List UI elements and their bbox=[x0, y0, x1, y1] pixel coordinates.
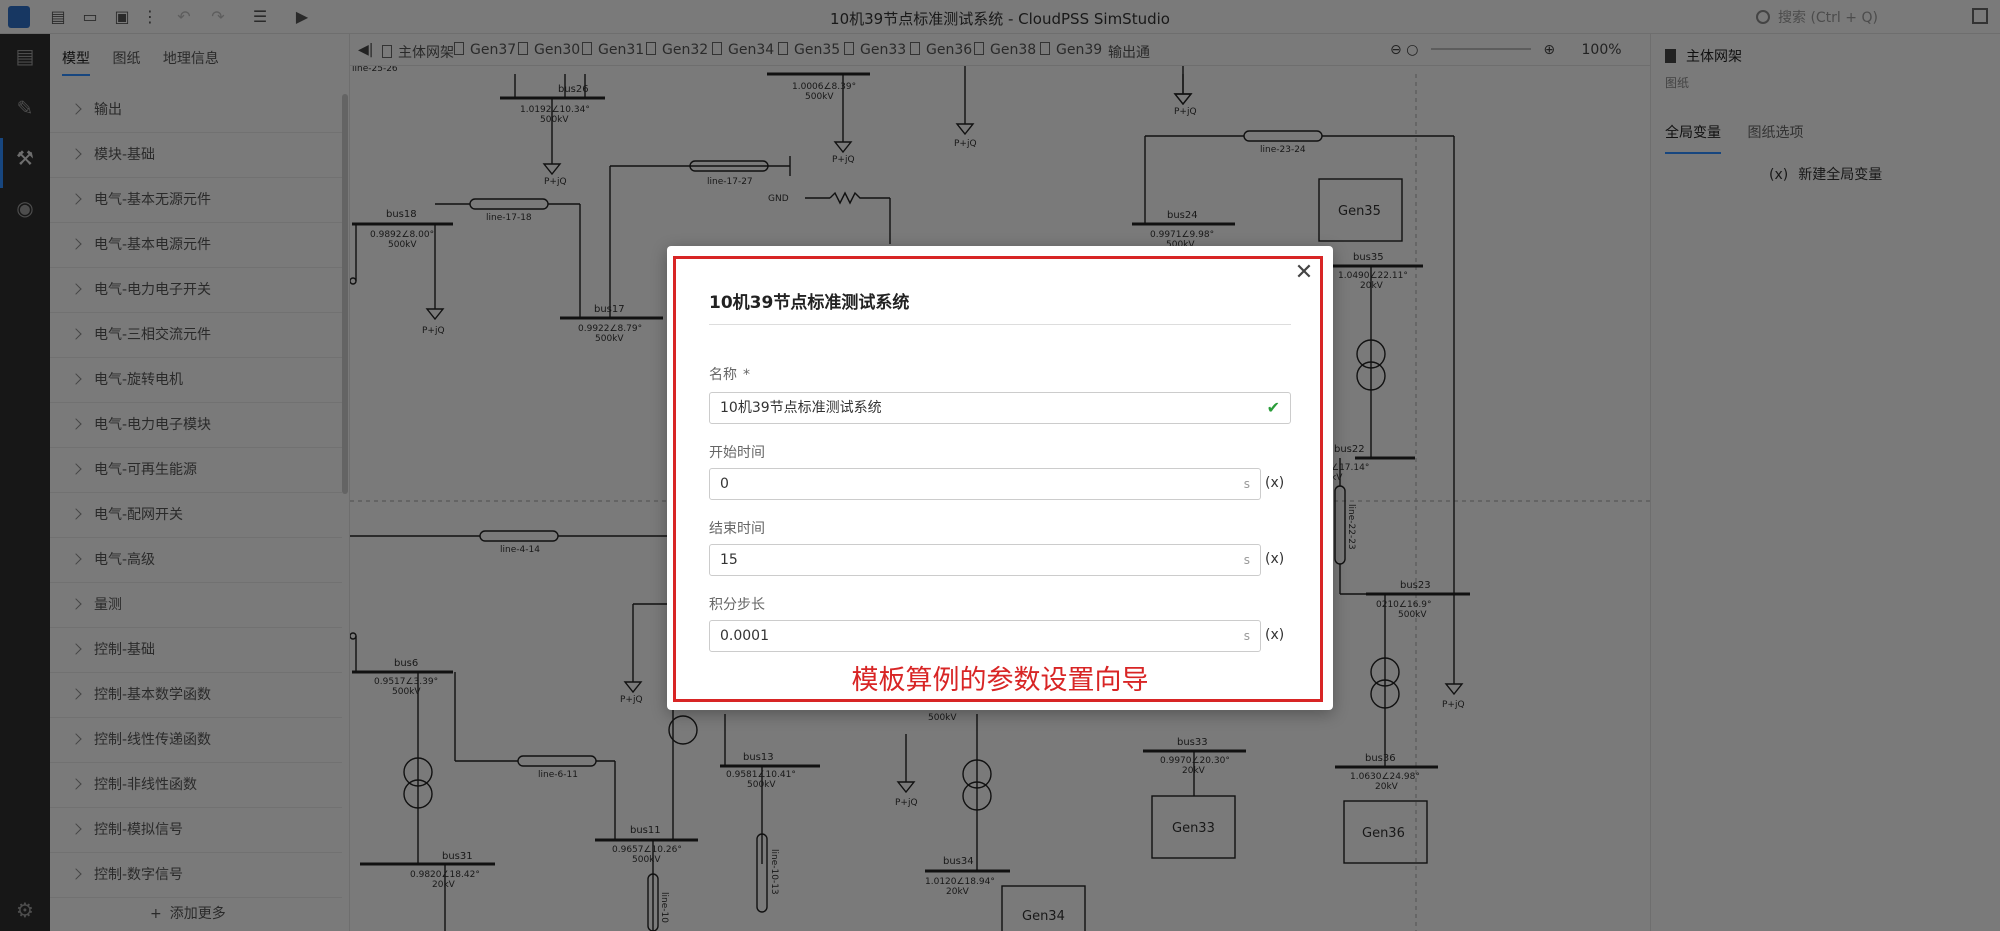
step-var-button[interactable]: (x) bbox=[1265, 627, 1284, 643]
start-time-field[interactable]: 0s bbox=[709, 468, 1261, 500]
check-icon: ✔ bbox=[1266, 398, 1280, 417]
start-time-var-button[interactable]: (x) bbox=[1265, 475, 1284, 491]
divider bbox=[709, 324, 1291, 325]
end-time-unit: s bbox=[1243, 553, 1250, 567]
end-time-label: 结束时间 bbox=[709, 521, 765, 537]
end-time-var-button[interactable]: (x) bbox=[1265, 551, 1284, 567]
annotation-caption: 模板算例的参数设置向导 bbox=[851, 665, 1149, 696]
name-label: 名称 * bbox=[709, 364, 750, 384]
name-value: 10机39节点标准测试系统 bbox=[720, 400, 882, 416]
name-field[interactable]: 10机39节点标准测试系统 ✔ bbox=[709, 392, 1291, 424]
start-time-unit: s bbox=[1243, 477, 1250, 491]
end-time-field[interactable]: 15 s bbox=[709, 544, 1261, 576]
app-window: ▤ ▭ ▣ ⋮ ↶ ↷ ☰ ▶ 10机39节点标准测试系统 - CloudPSS… bbox=[0, 0, 2000, 931]
step-label: 积分步长 bbox=[709, 597, 765, 613]
step-field[interactable]: 0.0001 s bbox=[709, 620, 1261, 652]
end-time-value: 15 bbox=[720, 552, 738, 568]
start-time-label: 开始时间 bbox=[709, 445, 765, 461]
name-label-text: 名称 bbox=[709, 367, 737, 383]
close-icon[interactable]: ✕ bbox=[1293, 262, 1315, 284]
start-time-value: 0 bbox=[720, 476, 729, 492]
step-value: 0.0001 bbox=[720, 628, 769, 644]
step-unit: s bbox=[1243, 629, 1250, 643]
parameter-wizard-dialog: ✕ 10机39节点标准测试系统 名称 * 10机39节点标准测试系统 ✔ 开始时间 … bbox=[667, 246, 1333, 710]
required-mark: * bbox=[743, 367, 750, 383]
dialog-title: 10机39节点标准测试系统 bbox=[709, 293, 910, 313]
